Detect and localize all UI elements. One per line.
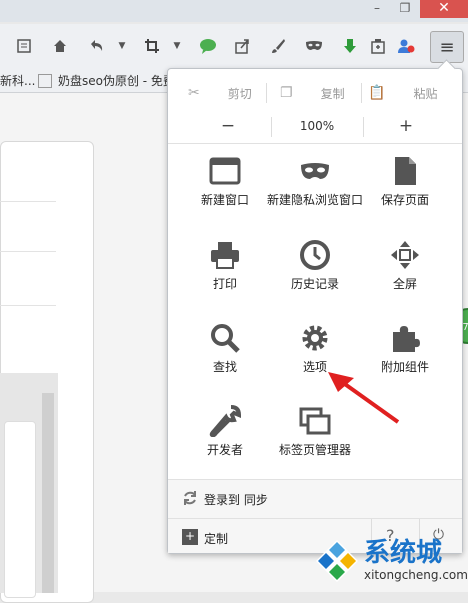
undo-icon[interactable] xyxy=(84,34,108,58)
save-page-label: 保存页面 xyxy=(380,193,429,207)
private-window-item[interactable]: 新建隐私浏览窗口 xyxy=(266,155,364,207)
magnifier-icon xyxy=(211,324,240,353)
find-item[interactable]: 查找 xyxy=(176,322,274,374)
plus-icon: + xyxy=(182,529,198,545)
cut-label: 剪切 xyxy=(227,86,252,101)
copy-button[interactable]: ❐ 复制 xyxy=(280,79,345,107)
app-menu-panel: ✂ 剪切 ❐ 复制 📋 粘贴 − 100% + 新建窗口 新建隐私浏览窗口 保存… xyxy=(167,68,463,554)
zoom-row: − 100% + xyxy=(168,113,462,139)
title-bar: – ❐ ✕ xyxy=(0,0,468,22)
crop-icon[interactable] xyxy=(140,34,164,58)
page-icon xyxy=(38,74,52,88)
maximize-button[interactable]: ❐ xyxy=(392,0,418,18)
brush-icon[interactable] xyxy=(266,34,290,58)
fullscreen-icon xyxy=(391,241,419,269)
menu-grid: 新建窗口 新建隐私浏览窗口 保存页面 打印 历史记录 全屏 查找 选项 附加组件… xyxy=(168,147,462,477)
account-icon[interactable] xyxy=(394,34,418,58)
clipboard-icon: 📋 xyxy=(368,85,386,101)
tab-manager-label: 标签页管理器 xyxy=(278,443,351,457)
download-icon[interactable] xyxy=(338,34,362,58)
annotation-arrow xyxy=(328,372,400,424)
watermark-url: xitongcheng.com xyxy=(364,568,468,582)
find-label: 查找 xyxy=(212,360,237,374)
paste-label: 粘贴 xyxy=(413,86,438,101)
copy-label: 复制 xyxy=(320,86,345,101)
print-item[interactable]: 打印 xyxy=(176,239,274,291)
addons-item[interactable]: 附加组件 xyxy=(356,322,454,374)
watermark: 系统城 xitongcheng.com xyxy=(310,532,468,592)
new-window-label: 新建窗口 xyxy=(200,193,249,207)
print-label: 打印 xyxy=(212,277,237,291)
history-item[interactable]: 历史记录 xyxy=(266,239,364,291)
developer-label: 开发者 xyxy=(206,443,243,457)
screenshot-icon[interactable] xyxy=(366,34,390,58)
clock-icon xyxy=(300,240,330,270)
home-icon[interactable] xyxy=(48,34,72,58)
chat-icon[interactable] xyxy=(196,34,220,58)
customize-label[interactable]: 定制 xyxy=(204,530,228,547)
nav-toolbar: ▼ ▼ xyxy=(0,24,468,69)
watermark-title: 系统城 xyxy=(364,538,443,568)
zoom-out-button[interactable]: − xyxy=(198,113,258,139)
cut-button[interactable]: ✂ 剪切 xyxy=(188,79,252,107)
share-icon[interactable] xyxy=(230,34,254,58)
sync-row[interactable]: 登录到 同步 xyxy=(168,479,462,518)
content-panel xyxy=(4,421,36,598)
bookmark-item[interactable]: 新科... xyxy=(0,72,35,89)
fullscreen-label: 全屏 xyxy=(392,277,417,291)
mask-icon xyxy=(301,163,329,179)
divider xyxy=(0,251,56,252)
gear-icon xyxy=(302,325,328,351)
sync-icon xyxy=(184,491,196,505)
menu-button[interactable]: ≡ xyxy=(430,31,464,63)
window-icon xyxy=(209,157,241,185)
private-window-label: 新建隐私浏览窗口 xyxy=(266,193,363,207)
divider xyxy=(0,201,56,202)
zoom-level[interactable]: 100% xyxy=(272,113,362,139)
windows-logo xyxy=(316,540,358,582)
copy-icon: ❐ xyxy=(280,85,293,101)
save-page-item[interactable]: 保存页面 xyxy=(356,155,454,207)
wrench-icon xyxy=(209,405,241,437)
dropdown-arrow-icon[interactable]: ▼ xyxy=(165,34,189,58)
divider xyxy=(363,117,364,137)
fullscreen-item[interactable]: 全屏 xyxy=(356,239,454,291)
history-label: 历史记录 xyxy=(290,277,339,291)
scrollbar[interactable] xyxy=(42,393,54,593)
bookmark-item[interactable]: 奶盘seo伪原创 - 免费 xyxy=(58,72,175,89)
new-window-item[interactable]: 新建窗口 xyxy=(176,155,274,207)
page-icon xyxy=(395,157,416,185)
divider xyxy=(168,143,462,144)
scissors-icon: ✂ xyxy=(188,85,200,101)
paste-button[interactable]: 📋 粘贴 xyxy=(368,79,437,107)
minimize-button[interactable]: – xyxy=(364,0,390,18)
edit-row: ✂ 剪切 ❐ 复制 📋 粘贴 xyxy=(168,79,462,107)
divider xyxy=(266,83,267,103)
developer-item[interactable]: 开发者 xyxy=(176,405,274,457)
printer-icon xyxy=(211,242,239,269)
mask-icon[interactable] xyxy=(302,34,326,58)
close-button[interactable]: ✕ xyxy=(420,0,468,18)
history-icon[interactable] xyxy=(12,34,36,58)
dropdown-arrow-icon[interactable]: ▼ xyxy=(110,34,134,58)
options-item[interactable]: 选项 xyxy=(266,322,364,374)
divider xyxy=(0,305,56,306)
puzzle-icon xyxy=(393,326,420,352)
sync-label: 登录到 同步 xyxy=(204,493,268,507)
zoom-in-button[interactable]: + xyxy=(376,113,436,139)
divider xyxy=(361,83,362,103)
